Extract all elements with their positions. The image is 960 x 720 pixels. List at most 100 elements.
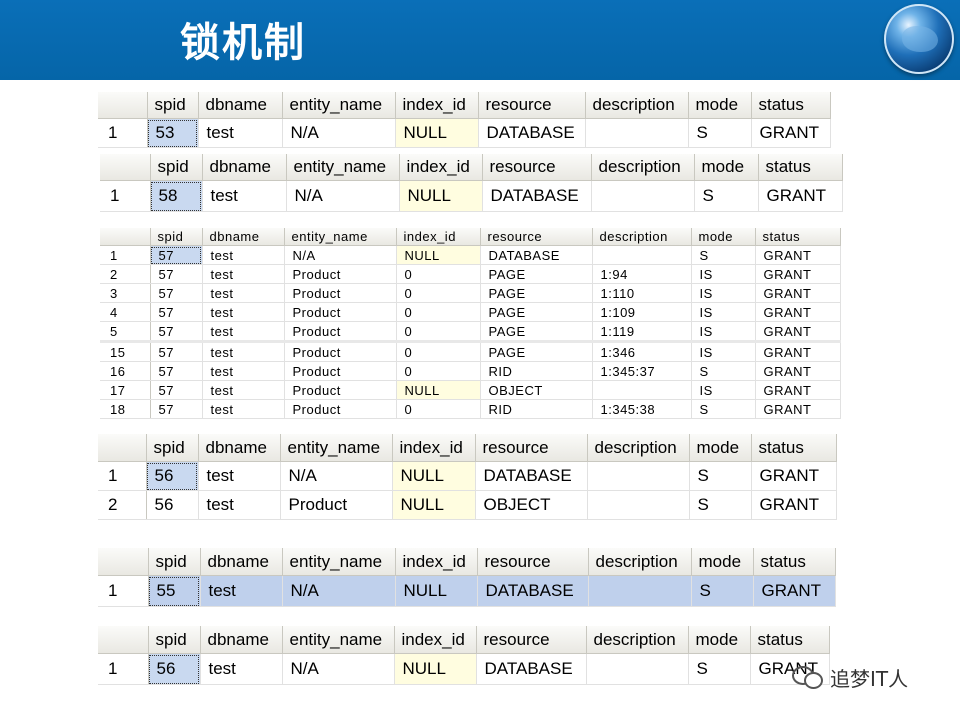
column-header-dbname[interactable]: dbname <box>198 434 281 462</box>
resource-cell[interactable]: RID <box>480 399 593 419</box>
entity-name-cell[interactable]: Product <box>284 361 397 381</box>
status-cell[interactable]: GRANT <box>755 361 841 381</box>
index-id-cell[interactable]: 0 <box>396 340 481 362</box>
spid-cell[interactable]: 58 <box>150 180 203 212</box>
column-header-mode[interactable]: mode <box>691 228 756 246</box>
row-number[interactable]: 18 <box>100 399 151 419</box>
index-id-cell[interactable]: NULL <box>396 245 481 265</box>
mode-cell[interactable]: IS <box>691 340 756 362</box>
entity-name-cell[interactable]: Product <box>284 380 397 400</box>
column-header-spid[interactable]: spid <box>147 92 199 119</box>
spid-cell[interactable]: 56 <box>146 490 199 520</box>
column-header-index-id[interactable]: index_id <box>395 548 478 576</box>
spid-cell[interactable]: 57 <box>150 361 203 381</box>
column-header-entity-name[interactable]: entity_name <box>284 228 397 246</box>
status-cell[interactable]: GRANT <box>755 302 841 322</box>
description-cell[interactable] <box>588 575 692 607</box>
spid-cell[interactable]: 56 <box>148 653 201 685</box>
index-id-cell[interactable]: 0 <box>396 399 481 419</box>
index-id-cell[interactable]: 0 <box>396 264 481 284</box>
column-header-entity-name[interactable]: entity_name <box>282 548 396 576</box>
column-header-spid[interactable]: spid <box>150 228 203 246</box>
mode-cell[interactable]: S <box>691 575 754 607</box>
lock-results-grid-4[interactable]: spid dbname entity_name index_id resourc… <box>98 434 837 520</box>
mode-cell[interactable]: S <box>691 245 756 265</box>
dbname-cell[interactable]: test <box>202 245 285 265</box>
dbname-cell[interactable]: test <box>198 461 281 491</box>
resource-cell[interactable]: DATABASE <box>480 245 593 265</box>
table-row[interactable]: 16 57 test Product 0 RID 1:345:37 S GRAN… <box>100 361 841 381</box>
column-header-status[interactable]: status <box>750 626 830 654</box>
spid-cell[interactable]: 57 <box>150 380 203 400</box>
spid-cell[interactable]: 57 <box>150 302 203 322</box>
column-header-status[interactable]: status <box>753 548 836 576</box>
mode-cell[interactable]: IS <box>691 380 756 400</box>
dbname-cell[interactable]: test <box>202 264 285 284</box>
column-header-description[interactable]: description <box>588 548 692 576</box>
column-header-resource[interactable]: resource <box>477 548 589 576</box>
dbname-cell[interactable]: test <box>200 575 283 607</box>
column-header-status[interactable]: status <box>751 92 831 119</box>
entity-name-cell[interactable]: Product <box>284 321 397 342</box>
lock-results-grid-2[interactable]: spid dbname entity_name index_id resourc… <box>100 154 843 212</box>
description-cell[interactable] <box>592 245 692 265</box>
row-number[interactable]: 5 <box>100 321 151 342</box>
lock-results-grid-5[interactable]: spid dbname entity_name index_id resourc… <box>98 548 836 607</box>
lock-results-grid-6[interactable]: spid dbname entity_name index_id resourc… <box>98 626 830 685</box>
resource-cell[interactable]: PAGE <box>480 340 593 362</box>
column-header-index-id[interactable]: index_id <box>395 92 479 119</box>
mode-cell[interactable]: IS <box>691 283 756 303</box>
column-header-description[interactable]: description <box>585 92 689 119</box>
dbname-cell[interactable]: test <box>202 302 285 322</box>
column-header-index-id[interactable]: index_id <box>399 154 483 181</box>
row-number[interactable]: 1 <box>100 180 151 212</box>
table-row[interactable]: 3 57 test Product 0 PAGE 1:110 IS GRANT <box>100 283 841 303</box>
entity-name-cell[interactable]: N/A <box>282 575 396 607</box>
resource-cell[interactable]: DATABASE <box>482 180 592 212</box>
resource-cell[interactable]: DATABASE <box>476 653 587 685</box>
dbname-cell[interactable]: test <box>200 653 283 685</box>
mode-cell[interactable]: S <box>688 118 752 148</box>
column-header-spid[interactable]: spid <box>146 434 199 462</box>
resource-cell[interactable]: OBJECT <box>475 490 588 520</box>
resource-cell[interactable]: DATABASE <box>477 575 589 607</box>
column-header-index-id[interactable]: index_id <box>396 228 481 246</box>
column-header-spid[interactable]: spid <box>148 548 201 576</box>
row-number[interactable]: 1 <box>98 575 149 607</box>
index-id-cell[interactable]: NULL <box>392 490 476 520</box>
description-cell[interactable]: 1:94 <box>592 264 692 284</box>
dbname-cell[interactable]: test <box>202 180 287 212</box>
entity-name-cell[interactable]: Product <box>284 283 397 303</box>
column-header-spid[interactable]: spid <box>148 626 201 654</box>
table-row[interactable]: 1 58 test N/A NULL DATABASE S GRANT <box>100 180 843 212</box>
row-number[interactable]: 2 <box>100 264 151 284</box>
status-cell[interactable]: GRANT <box>753 575 836 607</box>
entity-name-cell[interactable]: N/A <box>282 653 395 685</box>
spid-cell[interactable]: 57 <box>150 264 203 284</box>
dbname-cell[interactable]: test <box>198 118 283 148</box>
column-header-mode[interactable]: mode <box>688 92 752 119</box>
status-cell[interactable]: GRANT <box>755 340 841 362</box>
resource-cell[interactable]: PAGE <box>480 321 593 342</box>
lock-results-grid-3[interactable]: spid dbname entity_name index_id resourc… <box>100 228 841 419</box>
row-number[interactable]: 1 <box>98 653 149 685</box>
table-row[interactable]: 1 56 test N/A NULL DATABASE S GRANT <box>98 653 830 685</box>
column-header-resource[interactable]: resource <box>480 228 593 246</box>
index-id-cell[interactable]: NULL <box>394 653 477 685</box>
entity-name-cell[interactable]: Product <box>284 399 397 419</box>
index-id-cell[interactable]: 0 <box>396 361 481 381</box>
status-cell[interactable]: GRANT <box>755 321 841 342</box>
spid-cell[interactable]: 57 <box>150 245 203 265</box>
description-cell[interactable] <box>592 380 692 400</box>
spid-cell[interactable]: 57 <box>150 340 203 362</box>
column-header-mode[interactable]: mode <box>694 154 759 181</box>
mode-cell[interactable]: S <box>689 490 752 520</box>
dbname-cell[interactable]: test <box>202 283 285 303</box>
column-header-entity-name[interactable]: entity_name <box>282 626 395 654</box>
mode-cell[interactable]: S <box>691 399 756 419</box>
mode-cell[interactable]: S <box>694 180 759 212</box>
table-row[interactable]: 5 57 test Product 0 PAGE 1:119 IS GRANT <box>100 321 841 342</box>
status-cell[interactable]: GRANT <box>758 180 843 212</box>
table-row[interactable]: 15 57 test Product 0 PAGE 1:346 IS GRANT <box>100 340 841 362</box>
status-cell[interactable]: GRANT <box>755 380 841 400</box>
